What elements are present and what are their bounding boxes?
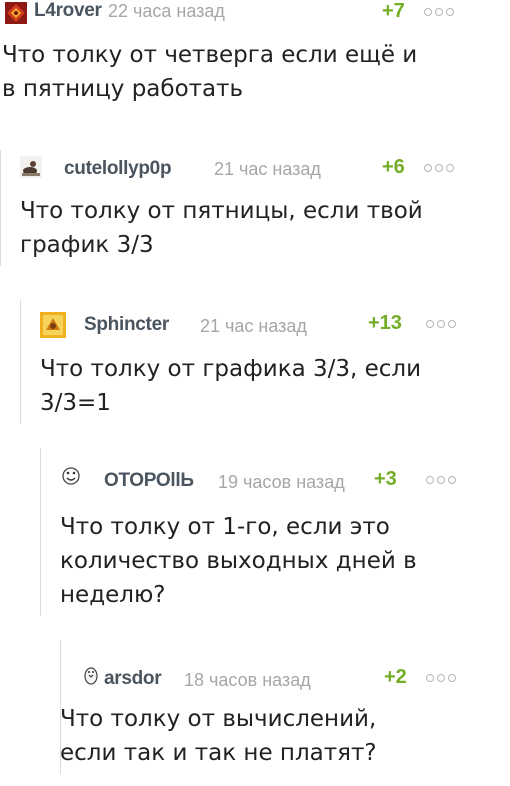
more-options-icon[interactable]	[426, 314, 456, 328]
comment-1: L4rover 22 часа назад +7 Что толку от че…	[0, 0, 510, 106]
comment-5: arsdor 18 часов назад +2 Что толку от вы…	[60, 640, 510, 774]
comment-timestamp: 21 час назад	[214, 159, 321, 179]
comment-author[interactable]: L4rover	[34, 0, 102, 22]
thread-line	[20, 300, 21, 424]
gold-frame-avatar-icon[interactable]	[40, 312, 66, 338]
more-options-icon[interactable]	[424, 2, 454, 16]
comment-2: cutelollyp0p 21 час назад +6 Что толку о…	[0, 150, 510, 266]
comment-text: Что толку от вычислений, если так и так …	[60, 706, 377, 766]
smiley-face-avatar-icon[interactable]	[60, 464, 82, 486]
comment-timestamp: 19 часов назад	[218, 472, 345, 492]
comment-timestamp: 22 часа назад	[108, 1, 225, 21]
photo-avatar-icon[interactable]	[20, 156, 42, 178]
comment-text: Что толку от графика 3/3, если 3/3=1	[40, 356, 422, 416]
comment-header: L4rover 22 часа назад +7	[0, 0, 510, 30]
more-options-icon[interactable]	[426, 668, 456, 682]
comment-text: Что толку от 1-го, если это количество в…	[60, 514, 417, 608]
comment-author[interactable]: cutelollyp0p	[64, 158, 172, 180]
comment-rating: +6	[382, 156, 405, 178]
penguin-avatar-icon[interactable]	[80, 664, 102, 686]
comment-author[interactable]: ОТОРОllЬ	[104, 470, 194, 492]
more-options-icon[interactable]	[426, 470, 456, 484]
comment-header: ОТОРОllЬ 19 часов назад +3	[60, 448, 510, 492]
comment-timestamp: 21 час назад	[200, 316, 307, 336]
thread-line	[40, 448, 41, 616]
comment-text: Что толку от пятницы, если твой график 3…	[20, 198, 423, 258]
more-options-icon[interactable]	[424, 158, 454, 172]
comment-header: Sphincter 21 час назад +13	[40, 300, 510, 338]
thread-line	[0, 150, 1, 266]
comment-3: Sphincter 21 час назад +13 Что толку от …	[20, 300, 510, 424]
comment-author[interactable]: Sphincter	[84, 314, 169, 336]
comment-rating: +2	[384, 666, 407, 688]
comment-text: Что толку от четверга если ещё и в пятни…	[2, 42, 418, 102]
comment-timestamp: 18 часов назад	[184, 670, 311, 690]
comment-rating: +13	[368, 312, 402, 334]
comment-author[interactable]: arsdor	[104, 668, 162, 690]
comment-4: ОТОРОllЬ 19 часов назад +3 Что толку от …	[40, 448, 510, 616]
thread-line	[60, 640, 61, 774]
red-emblem-avatar-icon[interactable]	[5, 2, 27, 24]
comment-header: cutelollyp0p 21 час назад +6	[20, 150, 510, 180]
comment-rating: +3	[374, 468, 397, 490]
comment-header: arsdor 18 часов назад +2	[80, 640, 510, 690]
comment-rating: +7	[382, 0, 405, 22]
